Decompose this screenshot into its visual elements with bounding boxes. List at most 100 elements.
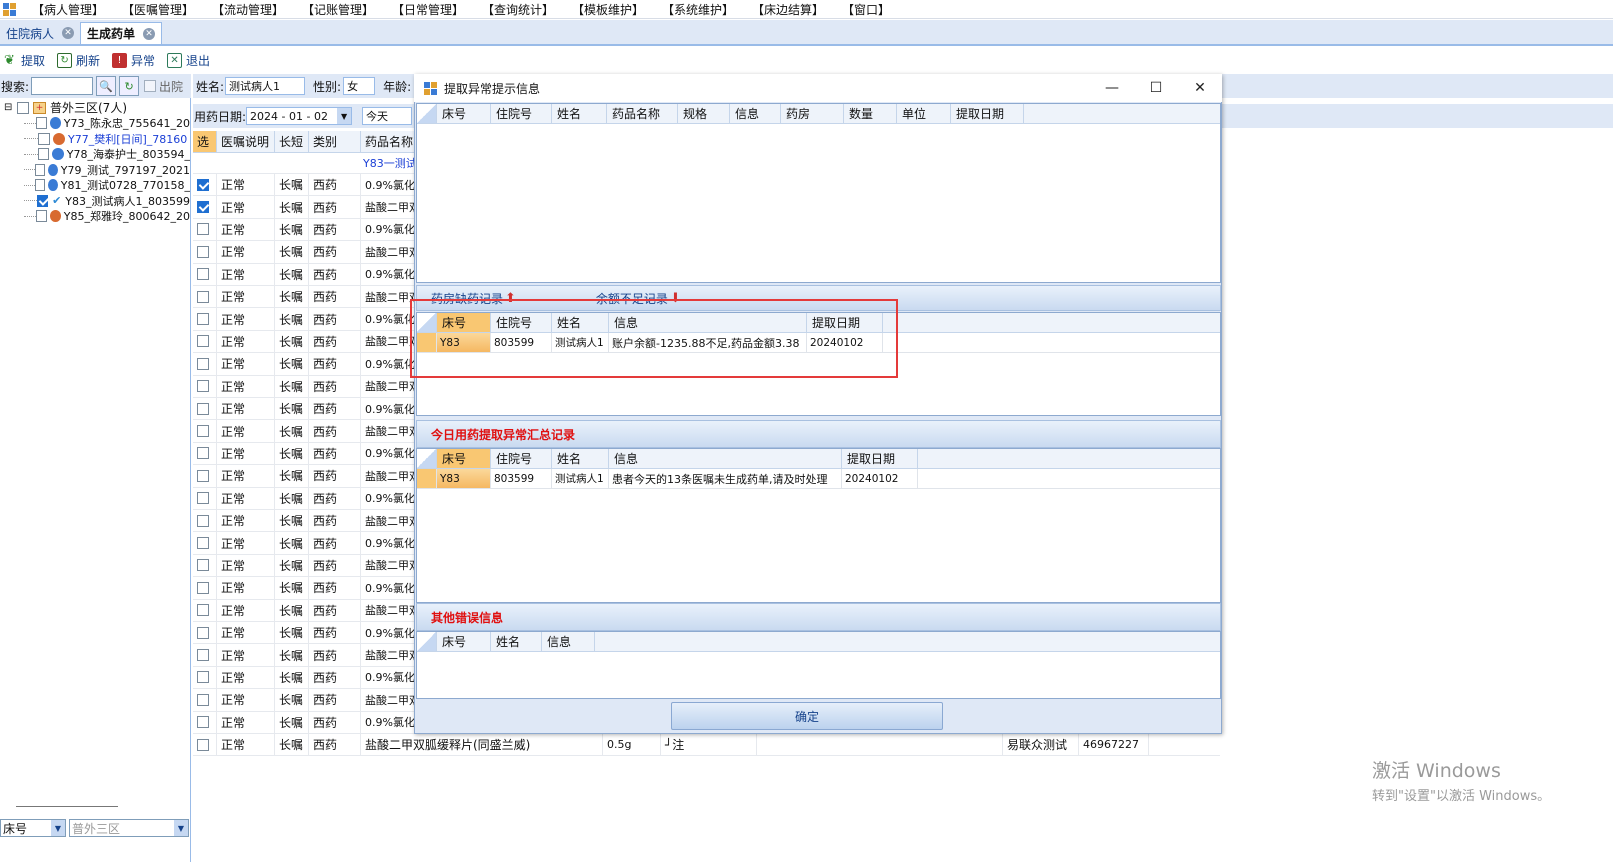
collapse-icon[interactable]: ⊟ xyxy=(4,102,14,113)
menu-item[interactable]: 【查询统计】 xyxy=(470,1,560,18)
root-checkbox[interactable] xyxy=(17,101,29,114)
patient-checkbox[interactable] xyxy=(35,163,46,176)
discharged-checkbox[interactable] xyxy=(144,80,157,92)
row-checkbox[interactable] xyxy=(197,201,209,214)
row-checkbox[interactable] xyxy=(197,492,209,505)
patient-checkbox[interactable] xyxy=(36,117,48,130)
row-checkbox[interactable] xyxy=(197,469,209,482)
col-type[interactable]: 类别 xyxy=(309,131,361,152)
col-term[interactable]: 长短 xyxy=(275,131,309,152)
grid-column-header[interactable]: 提取日期 xyxy=(951,104,1024,123)
grid-column-header[interactable]: 药品名称 xyxy=(607,104,678,123)
tree-item[interactable]: ✔ Y83_测试病人1_803599 xyxy=(0,193,190,209)
row-checkbox[interactable] xyxy=(197,537,209,550)
sex-field[interactable]: 女 xyxy=(343,77,376,95)
grid-column-header[interactable]: 信息 xyxy=(542,632,595,651)
row-checkbox[interactable] xyxy=(197,716,209,729)
menu-item[interactable]: 【系统维护】 xyxy=(650,1,740,18)
maximize-icon[interactable]: ☐ xyxy=(1134,80,1178,96)
row-checkbox[interactable] xyxy=(197,671,209,684)
grid-column-header[interactable]: 单位 xyxy=(897,104,951,123)
row-checkbox[interactable] xyxy=(197,290,209,303)
row-checkbox[interactable] xyxy=(197,581,209,594)
row-checkbox[interactable] xyxy=(197,223,209,236)
menu-item[interactable]: 【记账管理】 xyxy=(290,1,380,18)
patient-checkbox[interactable] xyxy=(35,179,46,192)
grid-column-header[interactable]: 规格 xyxy=(678,104,730,123)
row-checkbox[interactable] xyxy=(197,738,209,751)
close-icon[interactable]: ✕ xyxy=(62,27,75,39)
menu-item[interactable]: 【医嘱管理】 xyxy=(110,1,200,18)
col-drug[interactable]: 药品名称 xyxy=(361,131,421,152)
row-checkbox[interactable] xyxy=(197,559,209,572)
refresh-tree-button[interactable]: ↻ xyxy=(119,76,140,96)
grid-column-header[interactable]: 住院号 xyxy=(491,104,552,123)
refresh-button[interactable]: ↻ 刷新 xyxy=(57,52,100,69)
grid-column-header[interactable]: 提取日期 xyxy=(842,449,918,468)
menu-item[interactable]: 【病人管理】 xyxy=(20,1,110,18)
menu-item[interactable]: 【流动管理】 xyxy=(200,1,290,18)
grid-column-header[interactable]: 姓名 xyxy=(491,632,542,651)
row-checkbox[interactable] xyxy=(197,626,209,639)
patient-checkbox[interactable] xyxy=(38,132,50,145)
tree-item[interactable]: Y85_郑雅玲_800642_20 xyxy=(0,209,190,225)
row-checkbox[interactable] xyxy=(197,268,209,281)
col-select[interactable]: 选 xyxy=(193,131,217,152)
ward-select[interactable]: 普外三区 ▼ xyxy=(69,819,189,837)
grid-column-header[interactable]: 住院号 xyxy=(491,449,552,468)
search-input[interactable] xyxy=(31,77,94,95)
row-checkbox[interactable] xyxy=(197,447,209,460)
bed-select[interactable]: 床号 ▼ xyxy=(0,819,66,837)
menu-item[interactable]: 【窗口】 xyxy=(830,1,920,18)
grid-column-header[interactable]: 数量 xyxy=(844,104,897,123)
row-checkbox[interactable] xyxy=(197,649,209,662)
row-checkbox[interactable] xyxy=(197,693,209,706)
tree-item[interactable]: Y73_陈永忠_755641_20 xyxy=(0,116,190,132)
row-checkbox[interactable] xyxy=(197,245,209,258)
grid-column-header[interactable]: 床号 xyxy=(437,104,491,123)
date-picker[interactable]: 2024 - 01 - 02 ▼ xyxy=(246,107,353,125)
row-checkbox[interactable] xyxy=(197,425,209,438)
row-checkbox[interactable] xyxy=(197,357,209,370)
menu-item[interactable]: 【模板维护】 xyxy=(560,1,650,18)
patient-checkbox[interactable] xyxy=(37,148,50,161)
minimize-icon[interactable]: — xyxy=(1090,80,1134,96)
row-checkbox[interactable] xyxy=(197,313,209,326)
row-checkbox[interactable] xyxy=(197,335,209,348)
row-checkbox[interactable] xyxy=(197,402,209,415)
row-checkbox[interactable] xyxy=(197,604,209,617)
row-checkbox[interactable] xyxy=(197,514,209,527)
close-icon[interactable]: ✕ xyxy=(1178,80,1222,96)
grid-column-header[interactable]: 姓名 xyxy=(552,104,607,123)
tree-item[interactable]: Y81_测试0728_770158_ xyxy=(0,178,190,194)
search-button[interactable]: 🔍 xyxy=(96,76,117,96)
ok-button[interactable]: 确定 xyxy=(671,702,943,730)
chevron-down-icon[interactable]: ▼ xyxy=(337,108,352,124)
grid-column-header[interactable]: 床号 xyxy=(437,449,491,468)
tab-generate-drug-list[interactable]: 生成药单 ✕ xyxy=(80,22,163,44)
today-button[interactable]: 今天 xyxy=(362,107,413,125)
patient-checkbox[interactable] xyxy=(36,194,49,207)
menu-item[interactable]: 【日常管理】 xyxy=(380,1,470,18)
tree-root[interactable]: ⊟ + 普外三区(7人) xyxy=(0,100,190,116)
tab-inpatients[interactable]: 住院病人 ✕ xyxy=(0,22,80,44)
order-row[interactable]: 正常 长嘱 西药 盐酸二甲双胍缓释片(同盛兰威) 0.5g ┘注 易联众测试 46967227 xyxy=(193,734,1220,757)
grid-column-header[interactable]: 药房 xyxy=(781,104,844,123)
tree-item[interactable]: Y78_海泰护士_803594_ xyxy=(0,147,190,163)
grid-column-header[interactable]: 床号 xyxy=(437,632,491,651)
row-checkbox[interactable] xyxy=(197,178,209,191)
col-note[interactable]: 医嘱说明 xyxy=(217,131,275,152)
abnormal-button[interactable]: ! 异常 xyxy=(112,52,155,69)
grid-column-header[interactable]: 姓名 xyxy=(552,449,609,468)
grid-column-header[interactable]: 信息 xyxy=(609,449,842,468)
record-row[interactable]: Y83 803599 测试病人1 患者今天的13条医嘱未生成药单,请及时处理 20240… xyxy=(417,469,1220,489)
grid-column-header[interactable]: 信息 xyxy=(730,104,781,123)
row-checkbox[interactable] xyxy=(197,380,209,393)
patient-checkbox[interactable] xyxy=(36,210,48,223)
extract-button[interactable]: ❦ 提取 xyxy=(2,52,45,69)
tree-item[interactable]: Y79_测试_797197_2021 xyxy=(0,162,190,178)
menu-item[interactable]: 【床边结算】 xyxy=(740,1,830,18)
close-icon[interactable]: ✕ xyxy=(143,27,156,40)
name-field[interactable]: 测试病人1 xyxy=(225,77,306,95)
exit-button[interactable]: ✕ 退出 xyxy=(167,52,210,69)
